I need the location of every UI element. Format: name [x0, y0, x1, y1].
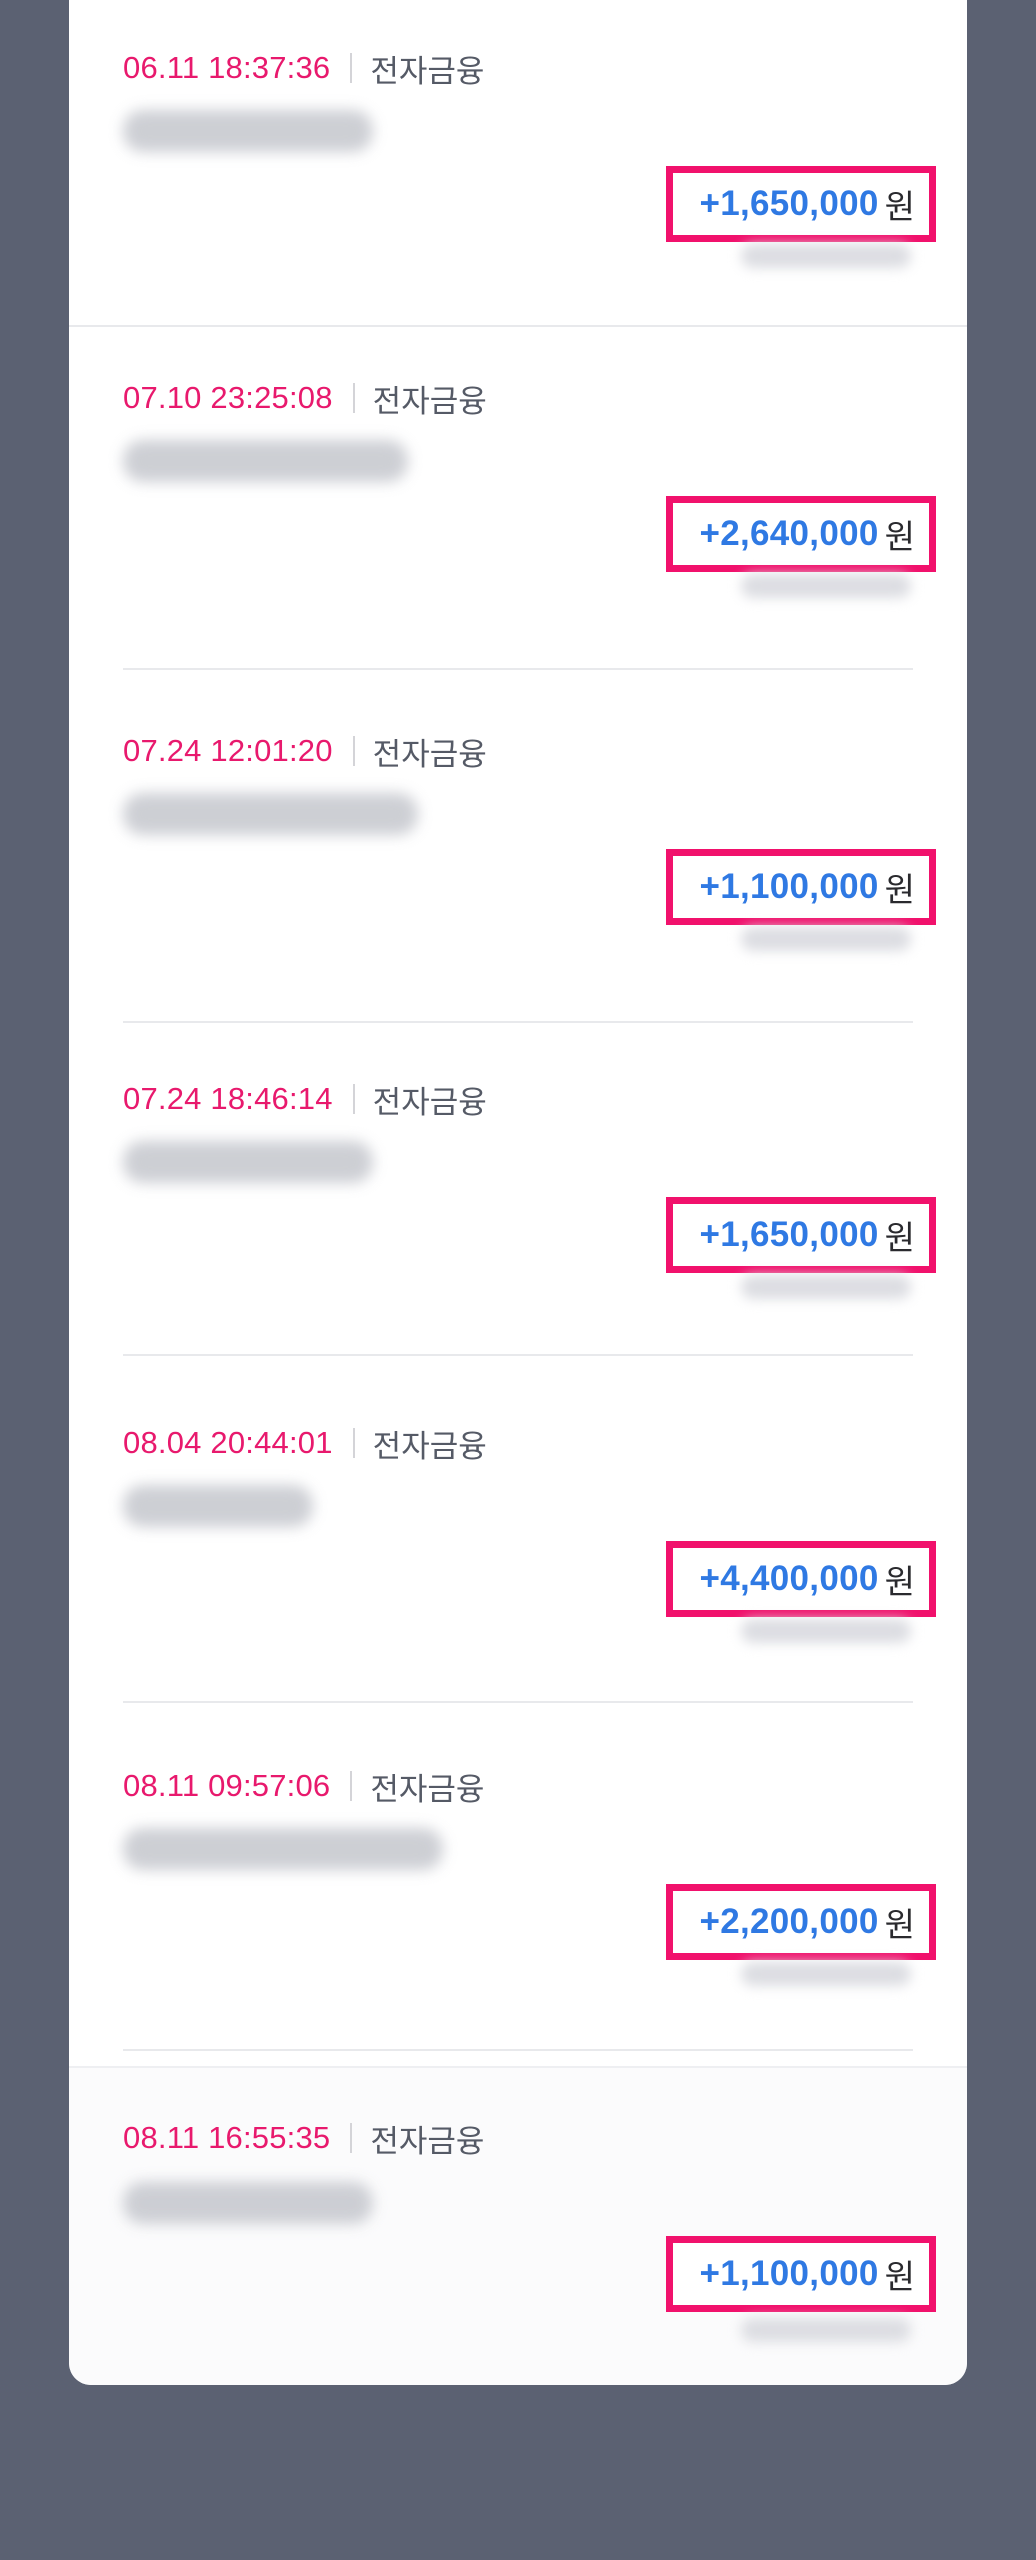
transaction-list-card: 06.11 18:37:36 전자금융 +1,650,000 원 07.10 2… — [69, 0, 967, 2385]
transaction-amount: +4,400,000 — [699, 1559, 879, 1598]
merchant-name-redacted — [123, 2182, 373, 2224]
currency-unit: 원 — [884, 1563, 915, 1600]
balance-redacted — [741, 1619, 911, 1643]
transaction-method: 전자금융 — [370, 1771, 485, 1807]
transaction-header: 07.10 23:25:08 전자금융 — [123, 378, 487, 419]
merchant-name-redacted — [123, 440, 408, 482]
transaction-row[interactable]: 08.04 20:44:01 전자금융 +4,400,000 원 — [69, 1375, 967, 1705]
merchant-name-redacted — [123, 1828, 443, 1870]
row-divider — [123, 2049, 913, 2051]
balance-redacted — [741, 2318, 911, 2342]
transaction-header: 08.11 09:57:06 전자금융 — [123, 1766, 485, 1807]
transaction-row[interactable]: 06.11 18:37:36 전자금융 +1,650,000 원 — [69, 0, 967, 326]
transaction-row[interactable]: 07.24 12:01:20 전자금융 +1,100,000 원 — [69, 683, 967, 1023]
row-divider — [69, 325, 967, 327]
balance-redacted — [741, 244, 911, 268]
amount-highlight-box: +4,400,000 원 — [666, 1541, 936, 1617]
transaction-row[interactable]: 08.11 09:57:06 전자금융 +2,200,000 원 — [69, 1718, 967, 2048]
amount-highlight-box: +1,650,000 원 — [666, 166, 936, 242]
transaction-header: 06.11 18:37:36 전자금융 — [123, 48, 485, 89]
currency-unit: 원 — [884, 1219, 915, 1256]
separator — [350, 1771, 353, 1801]
transaction-header: 07.24 12:01:20 전자금융 — [123, 731, 487, 772]
transaction-amount: +2,200,000 — [699, 1902, 879, 1941]
currency-unit: 원 — [884, 1906, 915, 1943]
currency-unit: 원 — [884, 871, 915, 908]
transaction-amount: +1,650,000 — [699, 1215, 879, 1254]
transaction-amount: +1,650,000 — [699, 184, 879, 223]
row-divider — [123, 1021, 913, 1023]
currency-unit: 원 — [884, 188, 915, 225]
transaction-method: 전자금융 — [370, 2123, 485, 2159]
separator — [352, 1428, 355, 1458]
transaction-time: 06.11 18:37:36 — [123, 50, 331, 85]
transaction-row[interactable]: 08.11 16:55:35 전자금융 +1,100,000 원 — [69, 2068, 967, 2385]
currency-unit: 원 — [884, 2258, 915, 2295]
transaction-header: 08.11 16:55:35 전자금융 — [123, 2118, 485, 2159]
row-divider — [123, 1701, 913, 1703]
balance-redacted — [741, 1275, 911, 1299]
separator — [352, 736, 355, 766]
balance-redacted — [741, 927, 911, 951]
separator — [352, 383, 355, 413]
transaction-time: 07.24 12:01:20 — [123, 733, 333, 768]
amount-highlight-box: +1,650,000 원 — [666, 1197, 936, 1273]
separator — [352, 1084, 355, 1114]
row-divider — [123, 668, 913, 670]
merchant-name-redacted — [123, 1141, 373, 1183]
transaction-amount: +1,100,000 — [699, 2254, 879, 2293]
transaction-row[interactable]: 07.24 18:46:14 전자금융 +1,650,000 원 — [69, 1031, 967, 1361]
merchant-name-redacted — [123, 110, 373, 152]
transaction-time: 08.04 20:44:01 — [123, 1425, 333, 1460]
balance-redacted — [741, 574, 911, 598]
transaction-row[interactable]: 07.10 23:25:08 전자금융 +2,640,000 원 — [69, 330, 967, 670]
transaction-time: 08.11 09:57:06 — [123, 1768, 331, 1803]
transaction-header: 08.04 20:44:01 전자금융 — [123, 1423, 487, 1464]
transaction-amount: +1,100,000 — [699, 867, 879, 906]
transaction-time: 08.11 16:55:35 — [123, 2120, 331, 2155]
amount-highlight-box: +1,100,000 원 — [666, 849, 936, 925]
transaction-header: 07.24 18:46:14 전자금융 — [123, 1079, 487, 1120]
transaction-time: 07.10 23:25:08 — [123, 380, 333, 415]
transaction-method: 전자금융 — [372, 736, 487, 772]
row-divider — [123, 1354, 913, 1356]
transaction-method: 전자금융 — [372, 1084, 487, 1120]
transaction-method: 전자금융 — [370, 53, 485, 89]
amount-highlight-box: +1,100,000 원 — [666, 2236, 936, 2312]
merchant-name-redacted — [123, 793, 418, 835]
separator — [350, 53, 353, 83]
transaction-amount: +2,640,000 — [699, 514, 879, 553]
merchant-name-redacted — [123, 1485, 313, 1527]
amount-highlight-box: +2,200,000 원 — [666, 1884, 936, 1960]
amount-highlight-box: +2,640,000 원 — [666, 496, 936, 572]
transaction-time: 07.24 18:46:14 — [123, 1081, 333, 1116]
balance-redacted — [741, 1962, 911, 1986]
transaction-method: 전자금융 — [372, 383, 487, 419]
separator — [350, 2123, 353, 2153]
currency-unit: 원 — [884, 518, 915, 555]
transaction-method: 전자금융 — [372, 1428, 487, 1464]
